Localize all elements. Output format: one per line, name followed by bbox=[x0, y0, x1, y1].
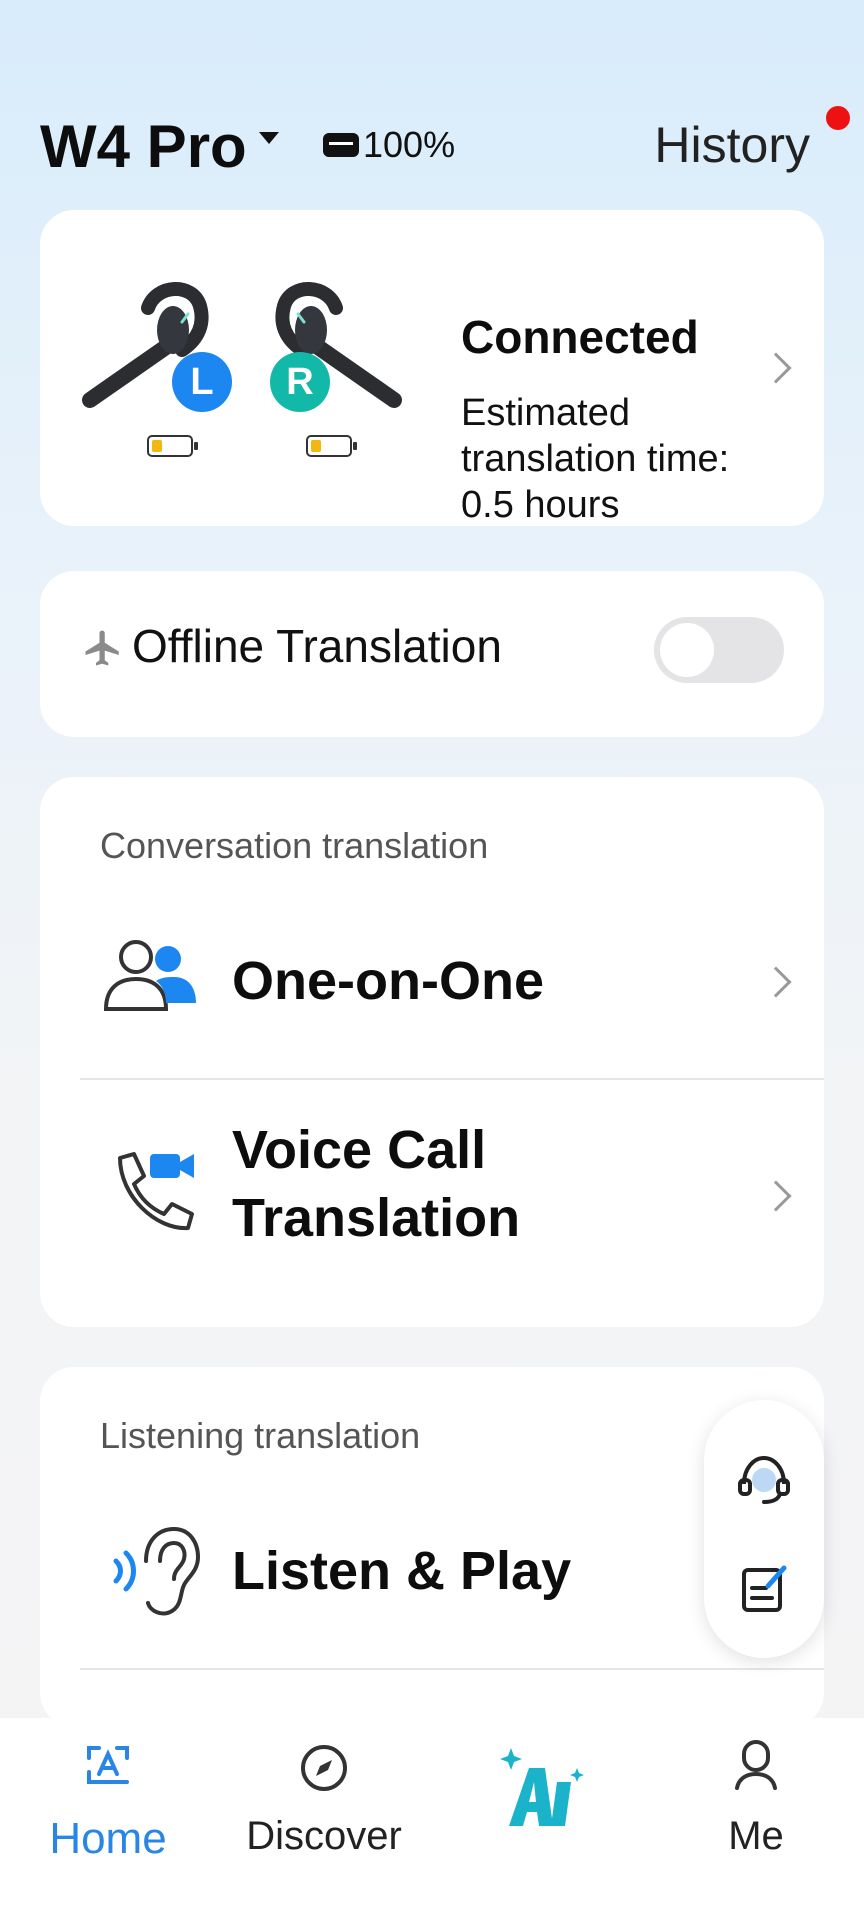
airplane-icon bbox=[85, 630, 119, 666]
device-name: W4 Pro bbox=[40, 113, 247, 180]
toggle-knob bbox=[660, 623, 714, 677]
nav-home[interactable]: Home bbox=[0, 1718, 216, 1878]
nav-me-label: Me bbox=[728, 1814, 784, 1858]
chevron-right-icon bbox=[760, 966, 792, 998]
people-icon bbox=[103, 940, 196, 1011]
listen-and-play-title: Listen & Play bbox=[232, 1541, 572, 1601]
one-on-one-title: One-on-One bbox=[232, 951, 544, 1011]
nav-home-label: Home bbox=[49, 1814, 167, 1863]
nav-discover[interactable]: Discover bbox=[216, 1718, 432, 1878]
one-on-one-row[interactable]: One-on-One bbox=[40, 897, 824, 1067]
nav-ai[interactable] bbox=[432, 1718, 648, 1878]
history-button[interactable]: History bbox=[654, 116, 810, 174]
battery-percent: 100% bbox=[363, 124, 456, 165]
chevron-right-icon bbox=[760, 352, 792, 384]
battery-icon bbox=[323, 133, 359, 157]
floating-action-panel bbox=[704, 1400, 824, 1658]
home-translate-icon bbox=[87, 1746, 129, 1784]
nav-discover-label: Discover bbox=[246, 1814, 402, 1858]
compass-icon bbox=[301, 1745, 347, 1791]
left-battery-icon bbox=[147, 435, 198, 457]
offline-translation-card: Offline Translation bbox=[40, 571, 824, 737]
header: W4 Pro 100% History bbox=[0, 0, 864, 210]
listening-section-label: Listening translation bbox=[100, 1415, 421, 1456]
conversation-card: Conversation translation One-on-One Voic… bbox=[40, 777, 824, 1327]
battery-status: 100% bbox=[323, 124, 455, 166]
right-battery-icon bbox=[306, 435, 357, 457]
divider bbox=[80, 1668, 824, 1670]
ai-icon bbox=[500, 1748, 584, 1826]
bottom-navigation: Home Discover Me bbox=[0, 1718, 864, 1920]
estimated-time: Estimated translation time: 0.5 hours bbox=[461, 392, 730, 526]
headset-support-icon[interactable] bbox=[734, 1450, 794, 1510]
notification-dot bbox=[826, 106, 850, 130]
offline-translation-toggle[interactable] bbox=[654, 617, 784, 683]
dropdown-caret-icon bbox=[258, 131, 279, 144]
device-card[interactable]: L R Connected Estimated translation time… bbox=[40, 210, 824, 526]
offline-translation-label: Offline Translation bbox=[132, 620, 502, 672]
feedback-edit-icon[interactable] bbox=[734, 1558, 794, 1618]
profile-icon bbox=[735, 1740, 777, 1790]
conversation-section-label: Conversation translation bbox=[100, 825, 489, 866]
ear-icon bbox=[113, 1526, 201, 1616]
voice-call-title: Voice Call Translation bbox=[232, 1120, 521, 1248]
chevron-right-icon bbox=[760, 1180, 792, 1212]
connection-status: Connected bbox=[461, 311, 699, 363]
nav-me[interactable]: Me bbox=[648, 1718, 864, 1878]
phone-video-icon bbox=[118, 1152, 194, 1231]
voice-call-row[interactable]: Voice Call Translation bbox=[40, 1080, 824, 1310]
left-badge: L bbox=[172, 352, 232, 412]
device-selector[interactable]: W4 Pro bbox=[40, 112, 279, 181]
right-badge: R bbox=[270, 352, 330, 412]
